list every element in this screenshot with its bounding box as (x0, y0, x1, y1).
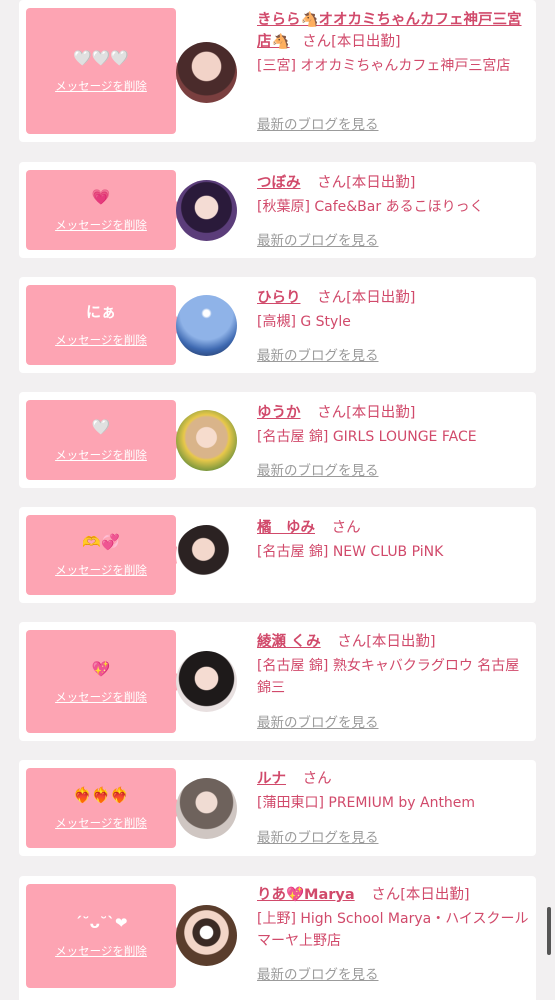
message-text: 💖 (91, 659, 111, 678)
avatar[interactable] (176, 905, 237, 966)
shop-text: [高槻] G Style (257, 314, 351, 330)
honorific: さん (317, 175, 347, 191)
shop-text: [名古屋 錦] GIRLS LOUNGE FACE (257, 429, 477, 445)
list-item: ˊ˘ᴗ˘ˋ❤ メッセージを削除 りあ💖Marya さん[本日出勤] [上野] H… (19, 876, 536, 1000)
status-text: [本日出勤] (366, 634, 436, 650)
delete-message-link[interactable]: メッセージを削除 (55, 563, 147, 577)
list-item: 🤍🤍🤍 メッセージを削除 きらら🐴オオカミちゃんカフェ神戸三宮店🐴 さん[本日出… (19, 0, 536, 142)
latest-blog-link[interactable]: 最新のブログを見る (257, 966, 379, 984)
cast-name-link[interactable]: ゆうか (257, 405, 301, 421)
cast-info: 橘 ゆみ さん [名古屋 錦] NEW CLUB PiNK (257, 517, 529, 563)
delete-message-link[interactable]: メッセージを削除 (55, 690, 147, 704)
shop-text: [名古屋 錦] NEW CLUB PiNK (257, 544, 444, 560)
cast-info: ルナ さん [蒲田東口] PREMIUM by Anthem (257, 768, 529, 814)
message-text: 🤍🤍🤍 (72, 49, 130, 67)
scrollbar[interactable] (547, 907, 551, 955)
message-text: にぁ (85, 303, 116, 321)
avatar[interactable] (176, 295, 237, 356)
shop-text: [蒲田東口] PREMIUM by Anthem (257, 795, 476, 811)
delete-message-link[interactable]: メッセージを削除 (55, 79, 147, 93)
message-bubble: ❤️‍🔥❤️‍🔥❤️‍🔥 メッセージを削除 (26, 768, 185, 848)
avatar[interactable] (176, 651, 237, 712)
status-text: [本日出勤] (331, 34, 401, 50)
shop-text: [名古屋 錦] 熟女キャバクラグロウ 名古屋錦三 (257, 658, 520, 696)
message-bubble: 💖 メッセージを削除 (26, 630, 185, 733)
cast-info: りあ💖Marya さん[本日出勤] [上野] High School Marya… (257, 884, 529, 952)
message-text: 🫶💞 (82, 533, 120, 551)
cast-name-link[interactable]: 橘 ゆみ (257, 520, 315, 536)
delete-message-link[interactable]: メッセージを削除 (55, 218, 147, 232)
cast-name-link[interactable]: 綾瀬 くみ (257, 634, 321, 650)
status-text: [本日出勤] (346, 175, 416, 191)
message-text: ❤️‍🔥❤️‍🔥❤️‍🔥 (72, 786, 130, 804)
cast-name-link[interactable]: ひらり (257, 290, 301, 306)
cast-name-link[interactable]: つぼみ (257, 175, 301, 191)
latest-blog-link[interactable]: 最新のブログを見る (257, 232, 379, 250)
message-text: ˊ˘ᴗ˘ˋ❤ (74, 914, 128, 932)
honorific: さん (331, 520, 361, 536)
latest-blog-link[interactable]: 最新のブログを見る (257, 462, 379, 480)
honorific: さん (317, 405, 347, 421)
honorific: さん (317, 290, 347, 306)
status-text: [本日出勤] (346, 290, 416, 306)
message-list: 🤍🤍🤍 メッセージを削除 きらら🐴オオカミちゃんカフェ神戸三宮店🐴 さん[本日出… (0, 0, 555, 1000)
list-item: 💗 メッセージを削除 つぼみ さん[本日出勤] [秋葉原] Cafe&Bar あ… (19, 162, 536, 258)
honorific: さん (302, 771, 332, 787)
cast-name-link[interactable]: りあ💖Marya (257, 887, 355, 903)
latest-blog-link[interactable]: 最新のブログを見る (257, 347, 379, 365)
list-item: 💖 メッセージを削除 綾瀬 くみ さん[本日出勤] [名古屋 錦] 熟女キャバク… (19, 622, 536, 741)
list-item: 🤍 メッセージを削除 ゆうか さん[本日出勤] [名古屋 錦] GIRLS LO… (19, 392, 536, 488)
delete-message-link[interactable]: メッセージを削除 (55, 816, 147, 830)
delete-message-link[interactable]: メッセージを削除 (55, 333, 147, 347)
delete-message-link[interactable]: メッセージを削除 (55, 944, 147, 958)
cast-info: きらら🐴オオカミちゃんカフェ神戸三宮店🐴 さん[本日出勤] [三宮] オオカミち… (257, 9, 529, 77)
message-bubble: 🤍🤍🤍 メッセージを削除 (26, 8, 185, 134)
shop-text: [三宮] オオカミちゃんカフェ神戸三宮店 (257, 58, 511, 74)
message-bubble: ˊ˘ᴗ˘ˋ❤ メッセージを削除 (26, 884, 185, 988)
cast-info: ひらり さん[本日出勤] [高槻] G Style (257, 287, 529, 333)
honorific: さん (302, 34, 332, 50)
message-bubble: にぁ メッセージを削除 (26, 285, 185, 365)
shop-text: [上野] High School Marya・ハイスクールマーヤ上野店 (257, 911, 529, 949)
status-text: [本日出勤] (400, 887, 470, 903)
message-text: 💗 (91, 188, 111, 206)
message-bubble: 🤍 メッセージを削除 (26, 400, 185, 480)
avatar[interactable] (176, 778, 237, 839)
honorific: さん (337, 634, 367, 650)
latest-blog-link[interactable]: 最新のブログを見る (257, 714, 379, 732)
list-item: 🫶💞 メッセージを削除 橘 ゆみ さん [名古屋 錦] NEW CLUB PiN… (19, 507, 536, 603)
avatar[interactable] (176, 42, 237, 103)
honorific: さん (371, 887, 401, 903)
cast-info: 綾瀬 くみ さん[本日出勤] [名古屋 錦] 熟女キャバクラグロウ 名古屋錦三 (257, 631, 529, 699)
list-item: にぁ メッセージを削除 ひらり さん[本日出勤] [高槻] G Style 最新… (19, 277, 536, 373)
latest-blog-link[interactable]: 最新のブログを見る (257, 116, 379, 134)
avatar[interactable] (176, 410, 237, 471)
message-text: 🤍 (91, 418, 111, 436)
cast-info: つぼみ さん[本日出勤] [秋葉原] Cafe&Bar あるこほりっく (257, 172, 529, 218)
shop-text: [秋葉原] Cafe&Bar あるこほりっく (257, 199, 484, 215)
cast-name-link[interactable]: ルナ (257, 771, 286, 787)
cast-info: ゆうか さん[本日出勤] [名古屋 錦] GIRLS LOUNGE FACE (257, 402, 529, 448)
avatar[interactable] (176, 525, 237, 586)
latest-blog-link[interactable]: 最新のブログを見る (257, 829, 379, 847)
delete-message-link[interactable]: メッセージを削除 (55, 448, 147, 462)
avatar[interactable] (176, 180, 237, 241)
list-item: ❤️‍🔥❤️‍🔥❤️‍🔥 メッセージを削除 ルナ さん [蒲田東口] PREMI… (19, 760, 536, 856)
status-text: [本日出勤] (346, 405, 416, 421)
message-bubble: 🫶💞 メッセージを削除 (26, 515, 185, 595)
message-bubble: 💗 メッセージを削除 (26, 170, 185, 250)
